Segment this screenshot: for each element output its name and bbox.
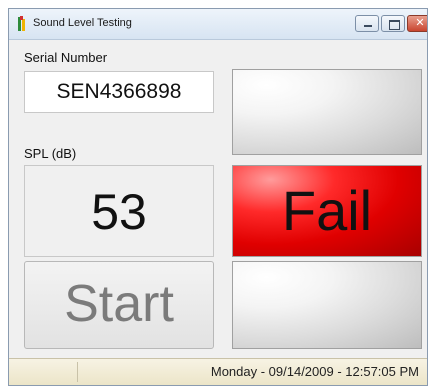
close-button[interactable] xyxy=(407,15,427,32)
status-bar: Monday - 09/14/2009 - 12:57:05 PM xyxy=(9,358,427,385)
serial-number-field[interactable]: SEN4366898 xyxy=(24,71,214,113)
status-datetime: Monday - 09/14/2009 - 12:57:05 PM xyxy=(210,364,419,379)
window-title: Sound Level Testing xyxy=(33,17,132,29)
indicator-bottom xyxy=(232,261,422,349)
maximize-button[interactable] xyxy=(381,15,405,32)
minimize-button[interactable] xyxy=(355,15,379,32)
status-divider xyxy=(77,362,78,382)
minimize-icon xyxy=(356,16,378,31)
close-icon xyxy=(408,16,427,31)
fail-indicator: Fail xyxy=(232,165,422,257)
spl-readout: 53 xyxy=(24,165,214,257)
start-button[interactable]: Start xyxy=(24,261,214,349)
spl-label: SPL (dB) xyxy=(24,146,77,161)
indicator-top xyxy=(232,69,422,155)
maximize-icon xyxy=(382,16,404,31)
app-icon xyxy=(18,16,25,31)
title-bar[interactable]: Sound Level Testing xyxy=(9,9,427,40)
app-window: Sound Level Testing Serial Number SEN436… xyxy=(8,8,428,386)
serial-number-label: Serial Number xyxy=(24,50,108,65)
